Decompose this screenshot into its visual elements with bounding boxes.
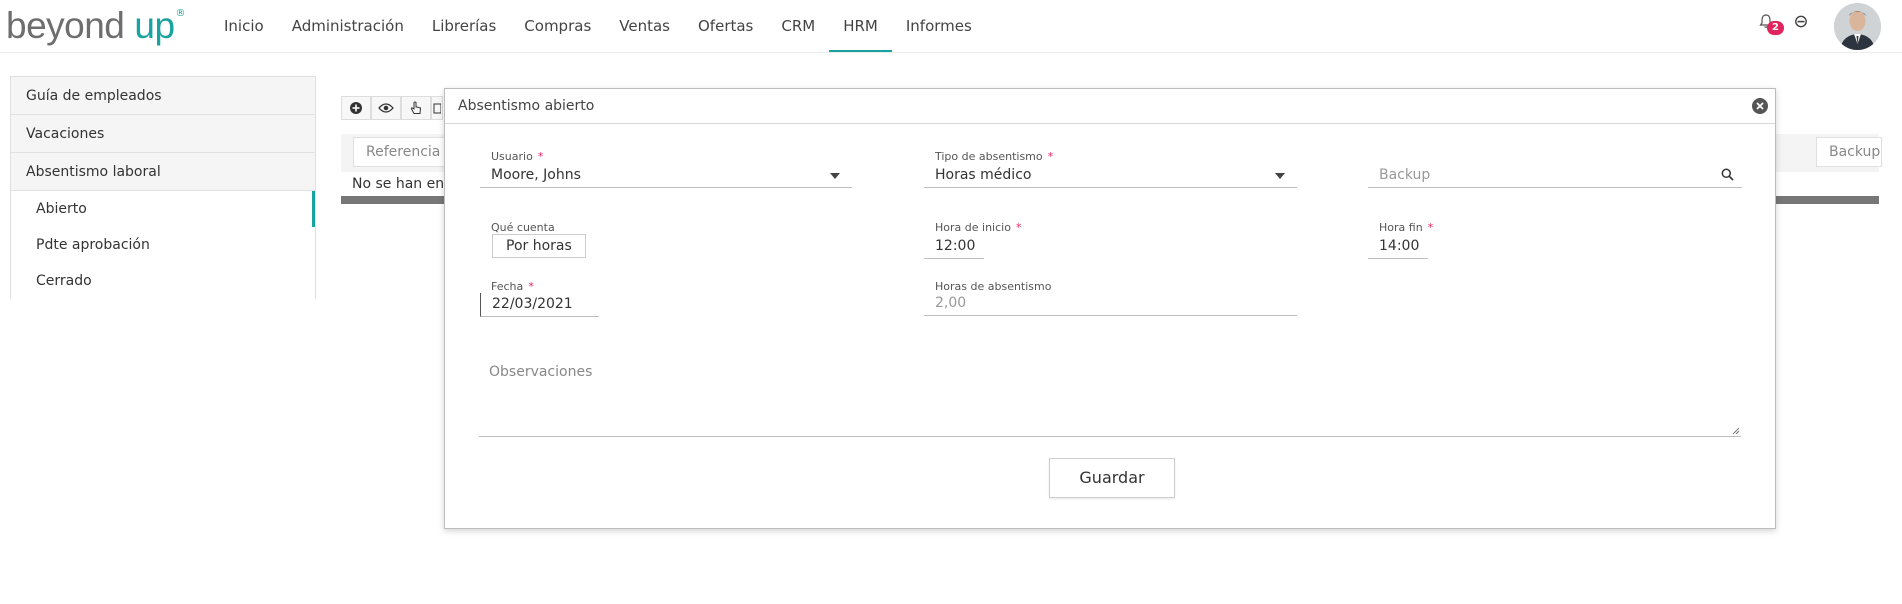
- column-filter-backup[interactable]: Backup: [1816, 137, 1882, 167]
- que-cuenta-label: Qué cuenta: [491, 221, 555, 234]
- sidebar-subitem-abierto[interactable]: Abierto: [11, 191, 315, 227]
- tipo-label: Tipo de absentismo *: [935, 150, 1054, 163]
- brand-registered-mark: ®: [175, 8, 186, 19]
- nav-hrm[interactable]: HRM: [829, 0, 892, 52]
- close-icon[interactable]: [1751, 97, 1769, 115]
- modal-title: Absentismo abierto: [458, 98, 595, 114]
- horas-absentismo-value: 2,00: [924, 292, 1297, 316]
- nav-ofertas[interactable]: Ofertas: [684, 0, 767, 52]
- que-cuenta-toggle[interactable]: Por horas: [492, 234, 586, 258]
- modal-header: Absentismo abierto: [445, 89, 1775, 124]
- sidebar-item-absentismo-laboral[interactable]: Absentismo laboral: [11, 153, 315, 191]
- required-mark: *: [1047, 150, 1054, 163]
- brand-logo[interactable]: beyond up ®: [6, 4, 186, 48]
- usuario-label: Usuario *: [491, 150, 544, 163]
- avatar-portrait-icon: [1834, 3, 1881, 50]
- tipo-absentismo-select[interactable]: Horas médico: [924, 164, 1297, 188]
- user-avatar[interactable]: [1834, 3, 1881, 50]
- sidebar-item-vacaciones[interactable]: Vacaciones: [11, 115, 315, 153]
- required-mark: *: [1016, 221, 1022, 234]
- main-nav: Inicio Administración Librerías Compras …: [210, 0, 986, 52]
- search-icon[interactable]: [1721, 168, 1734, 181]
- select-button[interactable]: [401, 96, 431, 120]
- nav-ventas[interactable]: Ventas: [605, 0, 684, 52]
- usuario-select[interactable]: Moore, Johns: [480, 164, 852, 188]
- sidebar-subitem-cerrado[interactable]: Cerrado: [11, 263, 315, 299]
- observaciones-textarea[interactable]: Observaciones: [479, 353, 1741, 437]
- nav-compras[interactable]: Compras: [510, 0, 605, 52]
- list-toolbar: [341, 96, 443, 120]
- hora-fin-input[interactable]: 14:00: [1368, 235, 1428, 259]
- nav-librerias[interactable]: Librerías: [418, 0, 510, 52]
- nav-inicio[interactable]: Inicio: [210, 0, 278, 52]
- resize-handle-icon[interactable]: [1731, 426, 1740, 435]
- add-button[interactable]: [341, 96, 371, 120]
- fecha-label: Fecha *: [491, 280, 534, 293]
- nav-administracion[interactable]: Administración: [278, 0, 418, 52]
- view-button[interactable]: [371, 96, 401, 120]
- nav-crm[interactable]: CRM: [767, 0, 829, 52]
- brand-part2: up: [134, 5, 175, 46]
- chevron-down-icon: [830, 173, 840, 179]
- top-bar: beyond up ® Inicio Administración Librer…: [0, 0, 1902, 53]
- notification-badge: 2: [1767, 21, 1784, 35]
- hora-inicio-label: Hora de inicio *: [935, 221, 1022, 234]
- chevron-down-icon: [1275, 173, 1285, 179]
- backup-search-input[interactable]: Backup: [1368, 164, 1742, 188]
- nav-informes[interactable]: Informes: [892, 0, 986, 52]
- hora-fin-label: Hora fin *: [1379, 221, 1434, 234]
- hand-pointer-icon: [410, 101, 422, 114]
- save-button[interactable]: Guardar: [1049, 458, 1175, 498]
- hrm-sidebar: Guía de empleados Vacaciones Absentismo …: [10, 76, 316, 299]
- logout-icon[interactable]: [1794, 14, 1808, 28]
- backup-placeholder: Backup: [1379, 167, 1431, 183]
- observaciones-placeholder: Observaciones: [489, 364, 593, 380]
- hora-inicio-input[interactable]: 12:00: [924, 235, 984, 259]
- usuario-value: Moore, Johns: [491, 167, 581, 183]
- required-mark: *: [528, 280, 534, 293]
- plus-circle-icon: [350, 102, 362, 114]
- brand-part1: beyond: [6, 5, 125, 46]
- required-mark: *: [1427, 221, 1434, 234]
- tipo-value: Horas médico: [935, 167, 1032, 183]
- absentismo-modal: Absentismo abierto Usuario * Moore, John…: [444, 88, 1776, 529]
- required-mark: *: [537, 150, 544, 163]
- trash-icon: [433, 103, 441, 114]
- sidebar-subitem-pdte-aprobacion[interactable]: Pdte aprobación: [11, 227, 315, 263]
- delete-button[interactable]: [431, 96, 443, 120]
- eye-icon: [378, 103, 394, 113]
- fecha-input[interactable]: 22/03/2021: [480, 293, 599, 317]
- sidebar-item-guia-empleados[interactable]: Guía de empleados: [11, 77, 315, 115]
